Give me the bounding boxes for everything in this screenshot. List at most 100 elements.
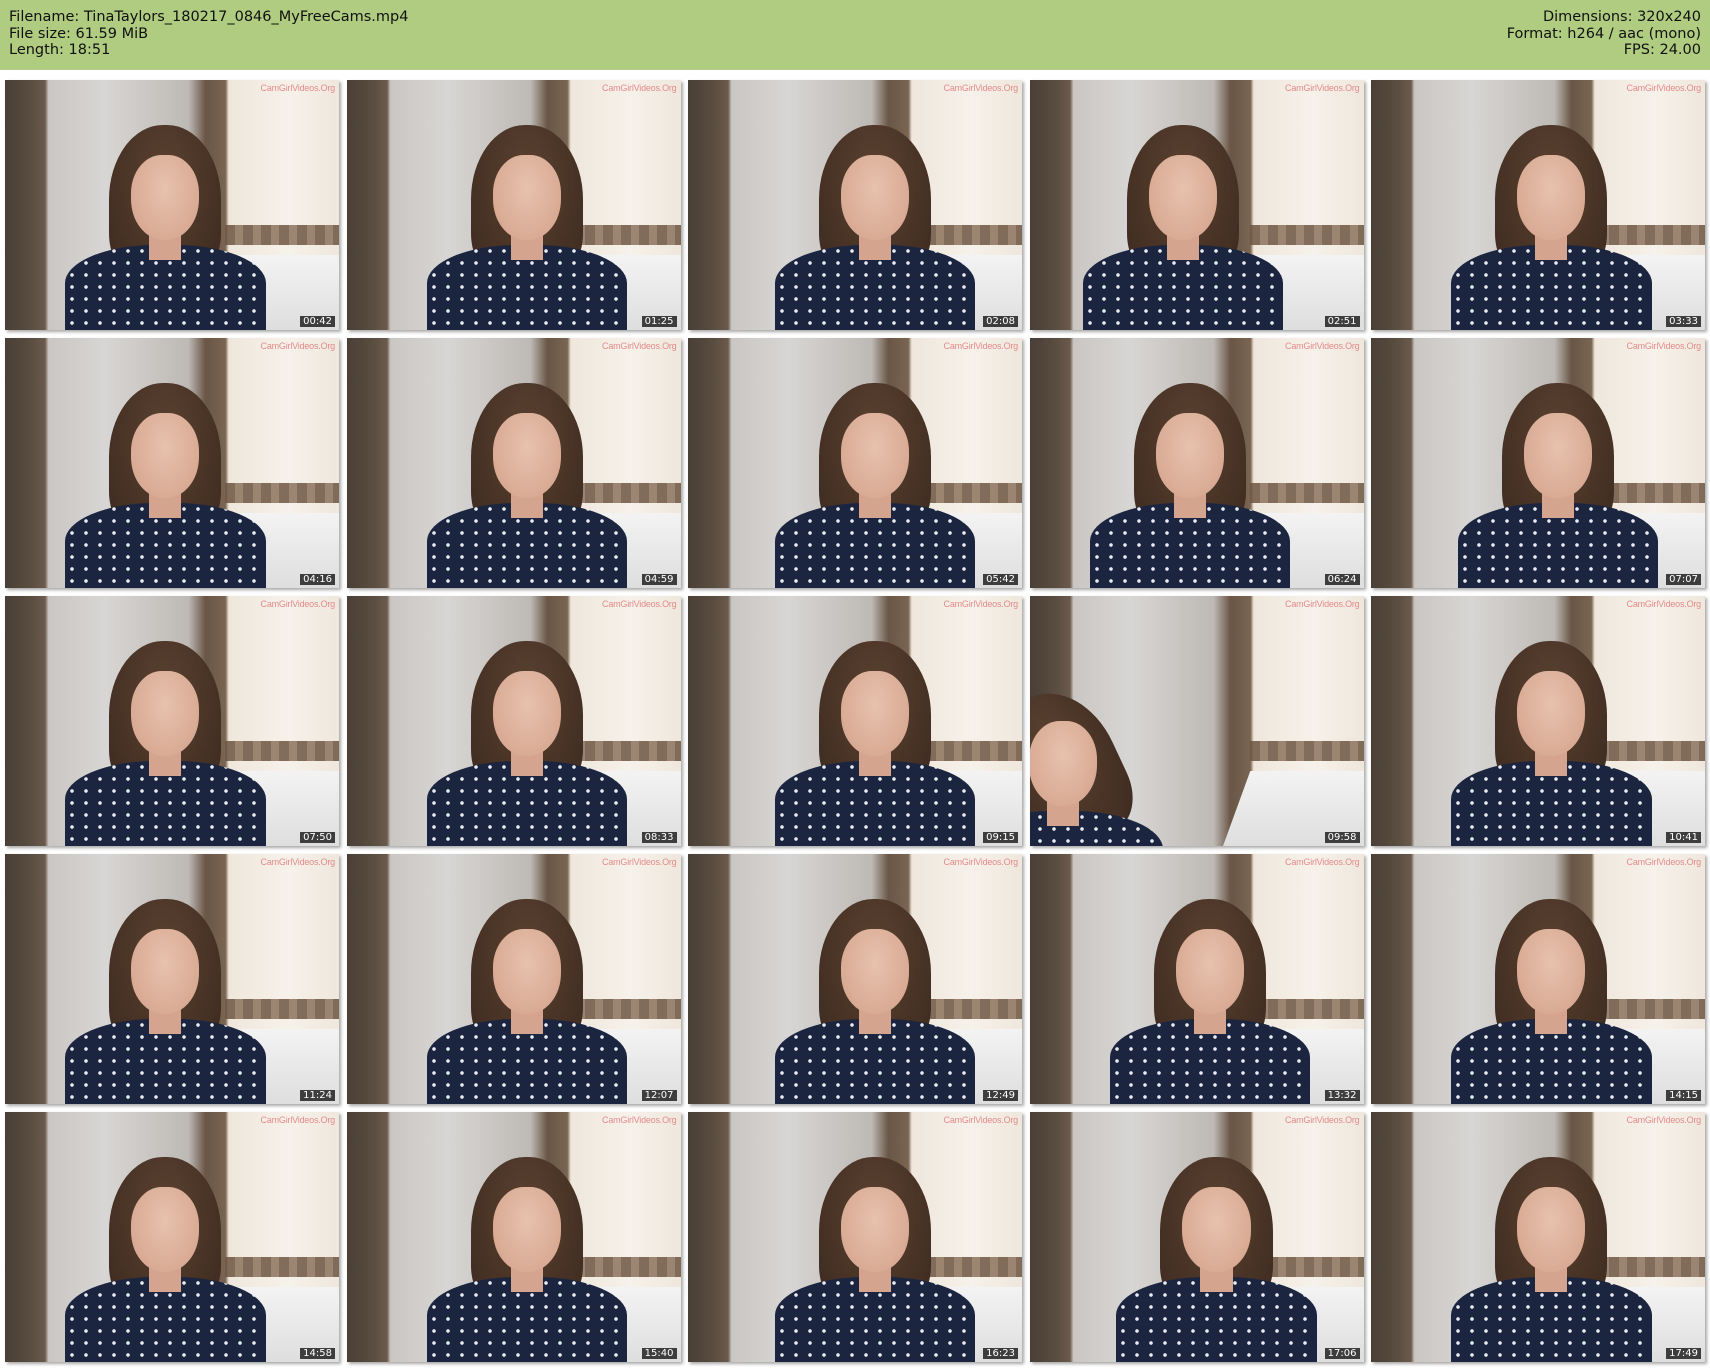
watermark: CamGirlVideos.Org [1285,599,1360,609]
person-figure [1029,646,1164,846]
video-thumbnail: CamGirlVideos.Org 08:33 [346,596,681,846]
person-figure [1457,338,1659,588]
figure-face [840,1187,910,1272]
timestamp-label: 14:58 [300,1348,335,1359]
figure-face [131,929,200,1014]
figure-face [131,671,200,756]
figure-face [840,929,910,1014]
person-figure [65,1112,266,1362]
video-thumbnail: CamGirlVideos.Org 02:08 [688,80,1022,330]
video-thumbnail: CamGirlVideos.Org 09:15 [688,596,1022,846]
video-thumbnail: CamGirlVideos.Org 04:59 [346,338,681,588]
filesize-row: File size: 61.59 MiB [9,26,408,43]
figure-face [1517,929,1586,1014]
video-thumbnail: CamGirlVideos.Org 11:24 [5,854,339,1104]
fps-row: FPS: 24.00 [1507,42,1701,59]
watermark: CamGirlVideos.Org [1626,599,1702,609]
person-figure [774,338,976,588]
watermark: CamGirlVideos.Org [1285,83,1360,93]
video-thumbnail: CamGirlVideos.Org 05:42 [688,338,1022,588]
metadata-right: Dimensions: 320x240 Format: h264 / aac (… [1507,9,1701,59]
fps-label: FPS: [1623,42,1655,58]
figure-face [492,155,561,240]
watermark: CamGirlVideos.Org [602,857,677,867]
watermark: CamGirlVideos.Org [1626,857,1702,867]
watermark: CamGirlVideos.Org [260,83,336,93]
person-figure [426,854,628,1104]
timestamp-label: 06:24 [1324,574,1360,585]
video-thumbnail: CamGirlVideos.Org 00:42 [5,80,339,330]
watermark: CamGirlVideos.Org [1285,341,1360,351]
watermark: CamGirlVideos.Org [1285,857,1360,867]
watermark: CamGirlVideos.Org [943,599,1019,609]
person-figure [774,854,976,1104]
figure-face [1155,413,1224,498]
person-figure [1451,1112,1652,1362]
person-figure [1451,854,1652,1104]
video-thumbnail: CamGirlVideos.Org 02:51 [1029,80,1364,330]
person-figure [65,80,266,330]
person-figure [426,596,628,846]
video-thumbnail: CamGirlVideos.Org 17:06 [1029,1112,1364,1362]
dimensions-row: Dimensions: 320x240 [1507,9,1701,26]
timestamp-label: 09:58 [1324,832,1360,843]
video-thumbnail: CamGirlVideos.Org 06:24 [1029,338,1364,588]
watermark: CamGirlVideos.Org [602,83,677,93]
video-thumbnail: CamGirlVideos.Org 14:15 [1371,854,1705,1104]
video-thumbnail: CamGirlVideos.Org 17:49 [1371,1112,1705,1362]
timestamp-label: 09:15 [983,832,1018,843]
timestamp-label: 16:23 [983,1348,1018,1359]
person-figure [1116,1112,1317,1362]
figure-face [1517,1187,1586,1272]
watermark: CamGirlVideos.Org [260,1115,336,1125]
video-thumbnail: CamGirlVideos.Org 15:40 [346,1112,681,1362]
video-thumbnail: CamGirlVideos.Org 09:58 [1029,596,1364,846]
metadata-header: Filename: TinaTaylors_180217_0846_MyFree… [0,0,1710,70]
figure-face [1517,155,1586,240]
person-figure [1451,596,1652,846]
person-figure [426,338,628,588]
video-thumbnail: CamGirlVideos.Org 12:07 [346,854,681,1104]
format-label: Format: [1506,25,1563,42]
watermark: CamGirlVideos.Org [1285,1115,1360,1125]
watermark: CamGirlVideos.Org [943,83,1019,93]
timestamp-label: 14:15 [1666,1090,1701,1101]
watermark: CamGirlVideos.Org [943,857,1019,867]
timestamp-label: 07:50 [300,832,335,843]
dimensions-value: 320x240 [1637,9,1701,25]
person-figure [65,596,266,846]
figure-face [492,671,561,756]
watermark: CamGirlVideos.Org [943,341,1019,351]
figure-face [131,413,200,498]
watermark: CamGirlVideos.Org [1626,1115,1702,1125]
length-row: Length: 18:51 [9,42,408,59]
person-figure [65,854,266,1104]
timestamp-label: 07:07 [1666,574,1701,585]
timestamp-label: 00:42 [300,316,335,327]
figure-face [1182,1187,1251,1272]
person-figure [774,80,976,330]
watermark: CamGirlVideos.Org [1626,83,1702,93]
watermark: CamGirlVideos.Org [602,1115,677,1125]
figure-face [1175,929,1244,1014]
figure-face [840,155,910,240]
figure-face [492,1187,561,1272]
figure-face [840,671,910,756]
person-figure [1109,854,1311,1104]
timestamp-label: 02:08 [983,316,1018,327]
thumbnail-grid: CamGirlVideos.Org 00:42 CamGirlVideos.Org 0… [5,80,1705,1362]
figure-face [492,929,561,1014]
watermark: CamGirlVideos.Org [260,857,336,867]
figure-face [131,1187,200,1272]
timestamp-label: 15:40 [641,1348,677,1359]
person-figure [426,1112,628,1362]
timestamp-label: 13:32 [1324,1090,1360,1101]
timestamp-label: 12:07 [641,1090,677,1101]
length-value: 18:51 [68,42,111,58]
timestamp-label: 04:16 [300,574,335,585]
filename-row: Filename: TinaTaylors_180217_0846_MyFree… [9,9,408,26]
figure-face [840,413,910,498]
timestamp-label: 17:49 [1666,1348,1701,1359]
dimensions-label: Dimensions: [1542,9,1633,25]
watermark: CamGirlVideos.Org [260,341,336,351]
